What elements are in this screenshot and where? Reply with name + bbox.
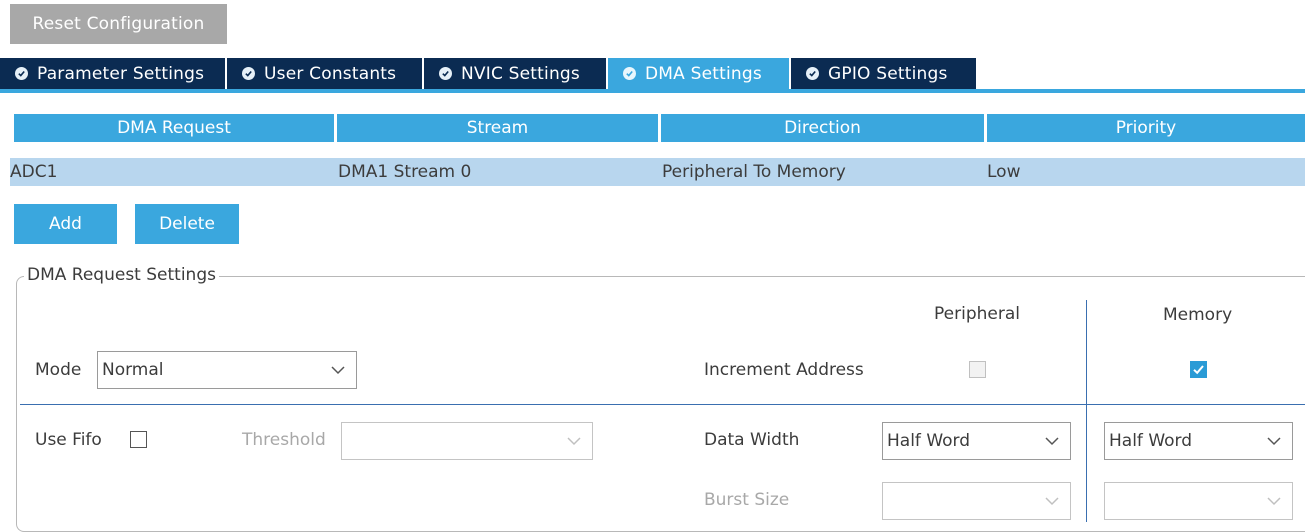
tab-gpio-settings[interactable]: GPIO Settings	[791, 58, 976, 89]
peripheral-header: Peripheral	[934, 304, 1020, 324]
cell-stream: DMA1 Stream 0	[338, 162, 472, 182]
column-header-direction[interactable]: Direction	[661, 114, 984, 142]
chevron-down-icon	[1045, 497, 1059, 506]
tab-label: Parameter Settings	[37, 63, 205, 84]
tab-label: NVIC Settings	[461, 63, 580, 84]
delete-button[interactable]: Delete	[135, 204, 239, 244]
mode-select-value: Normal	[102, 360, 164, 380]
chevron-down-icon	[1267, 497, 1281, 506]
cell-priority: Low	[987, 162, 1021, 182]
use-fifo-label: Use Fifo	[35, 430, 102, 450]
column-header-priority[interactable]: Priority	[987, 114, 1305, 142]
column-header-stream[interactable]: Stream	[337, 114, 658, 142]
tab-label: User Constants	[264, 63, 397, 84]
tab-underline	[0, 89, 1305, 93]
checkmark-icon	[1193, 365, 1204, 375]
memory-data-width-value: Half Word	[1109, 431, 1193, 451]
threshold-select	[341, 422, 593, 460]
chevron-down-icon	[331, 366, 345, 375]
tab-nvic-settings[interactable]: NVIC Settings	[424, 58, 606, 89]
column-header-dma-request[interactable]: DMA Request	[14, 114, 334, 142]
burst-size-label: Burst Size	[704, 490, 790, 510]
check-circle-icon	[806, 67, 819, 80]
tab-parameter-settings[interactable]: Parameter Settings	[0, 58, 225, 89]
cell-dma-request: ADC1	[10, 162, 58, 182]
memory-data-width-select[interactable]: Half Word	[1104, 422, 1293, 460]
cell-direction: Peripheral To Memory	[662, 162, 846, 182]
memory-increment-checkbox[interactable]	[1190, 361, 1207, 378]
chevron-down-icon	[1045, 437, 1059, 446]
mode-label: Mode	[35, 360, 82, 380]
memory-burst-size-select	[1104, 482, 1293, 520]
mode-select[interactable]: Normal	[97, 351, 357, 389]
chevron-down-icon	[567, 437, 581, 446]
tab-dma-settings[interactable]: DMA Settings	[608, 58, 789, 89]
data-width-label: Data Width	[704, 430, 800, 450]
peripheral-burst-size-select	[882, 482, 1071, 520]
section-divider	[20, 404, 1305, 405]
check-circle-icon	[439, 67, 452, 80]
tab-label: GPIO Settings	[828, 63, 948, 84]
chevron-down-icon	[1267, 437, 1281, 446]
column-separator	[1086, 300, 1087, 522]
memory-header: Memory	[1163, 305, 1233, 325]
peripheral-data-width-value: Half Word	[887, 431, 971, 451]
peripheral-increment-checkbox	[969, 361, 986, 378]
tab-bar: Parameter Settings User Constants NVIC S…	[0, 58, 978, 89]
table-row[interactable]: ADC1 DMA1 Stream 0 Peripheral To Memory …	[10, 158, 1305, 186]
dma-table-header: DMA Request Stream Direction Priority	[14, 114, 1305, 142]
reset-configuration-button[interactable]: Reset Configuration	[10, 4, 227, 44]
use-fifo-checkbox[interactable]	[130, 431, 147, 448]
increment-address-label: Increment Address	[704, 360, 864, 380]
tab-label: DMA Settings	[645, 63, 762, 84]
check-circle-icon	[623, 67, 636, 80]
threshold-label: Threshold	[242, 430, 326, 450]
check-circle-icon	[15, 67, 28, 80]
add-button[interactable]: Add	[14, 204, 117, 244]
check-circle-icon	[242, 67, 255, 80]
dma-request-settings-legend: DMA Request Settings	[24, 265, 219, 285]
peripheral-data-width-select[interactable]: Half Word	[882, 422, 1071, 460]
tab-user-constants[interactable]: User Constants	[227, 58, 422, 89]
